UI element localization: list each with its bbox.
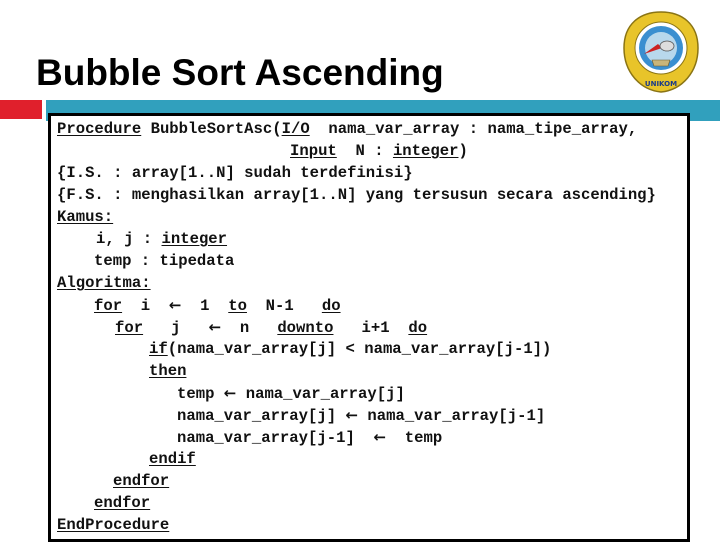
assign-arrow-icon: ← (373, 428, 387, 446)
pseudocode-box: Procedure BubbleSortAsc(I/O nama_var_arr… (48, 113, 690, 542)
pseudocode-listing: Procedure BubbleSortAsc(I/O nama_var_arr… (57, 118, 656, 536)
code-keyword: for (94, 297, 123, 315)
code-keyword: to (228, 297, 247, 315)
code-text: i, j : (96, 230, 162, 248)
code-keyword: for (115, 319, 144, 337)
code-text: BubbleSortAsc( (141, 120, 282, 138)
code-text: N-1 (246, 297, 322, 315)
code-text: j (143, 319, 209, 337)
code-line: nama_var_array[j-1] ← temp (57, 426, 656, 448)
code-text: {I.S. : array[1..N] sudah terdefinisi} (57, 164, 413, 182)
code-text: nama_var_array : nama_tipe_array, (309, 120, 638, 138)
code-keyword: downto (277, 319, 334, 337)
code-keyword: integer (392, 142, 459, 160)
code-text: N : (336, 142, 393, 160)
code-keyword: Input (290, 142, 337, 160)
code-line: {F.S. : menghasilkan array[1..N] yang te… (57, 184, 656, 206)
code-line: if(nama_var_array[j] < nama_var_array[j-… (57, 338, 656, 360)
code-text: {F.S. : menghasilkan array[1..N] yang te… (57, 186, 656, 204)
code-line: Procedure BubbleSortAsc(I/O nama_var_arr… (57, 118, 656, 140)
code-keyword: do (408, 319, 428, 337)
code-text: 1 (181, 297, 229, 315)
assign-arrow-icon: ← (168, 296, 182, 314)
assign-arrow-icon: ← (345, 406, 359, 424)
code-text: i+1 (333, 319, 409, 337)
code-line: temp : tipedata (57, 250, 656, 272)
code-line: Kamus: (57, 206, 656, 228)
code-keyword: I/O (281, 120, 310, 138)
code-line: EndProcedure (57, 514, 656, 536)
assign-arrow-icon: ← (223, 384, 237, 402)
code-keyword: endfor (94, 494, 151, 512)
code-keyword: then (149, 362, 187, 380)
code-text: nama_var_array[j] (236, 385, 405, 403)
code-line: for j ← n downto i+1 do (57, 316, 656, 338)
assign-arrow-icon: ← (208, 318, 222, 336)
code-text: ) (458, 142, 468, 160)
code-keyword: Algoritma: (57, 274, 151, 292)
code-keyword: endif (149, 450, 196, 468)
code-text: n (221, 319, 278, 337)
code-text: nama_var_array[j-1] (358, 407, 546, 425)
code-text: temp (386, 429, 443, 447)
code-line: i, j : integer (57, 228, 656, 250)
code-keyword: Procedure (57, 120, 142, 138)
code-keyword: if (149, 340, 168, 358)
code-line: Input N : integer) (57, 140, 656, 162)
accent-bar-red (0, 100, 42, 119)
code-line: Algoritma: (57, 272, 656, 294)
code-line: endfor (57, 492, 656, 514)
unikom-university-logo-icon: UNIKOM (623, 11, 699, 93)
code-line: endif (57, 448, 656, 470)
code-line: nama_var_array[j] ← nama_var_array[j-1] (57, 404, 656, 426)
code-line: temp ← nama_var_array[j] (57, 382, 656, 404)
code-text: temp (177, 385, 224, 403)
code-keyword: do (321, 297, 341, 315)
code-text: (nama_var_array[j] < nama_var_array[j-1]… (167, 340, 552, 358)
unikom-logo: UNIKOM (622, 10, 700, 94)
code-keyword: Kamus: (57, 208, 114, 226)
code-text: temp : tipedata (94, 252, 235, 270)
code-line: for i ← 1 to N-1 do (57, 294, 656, 316)
code-line: endfor (57, 470, 656, 492)
code-line: then (57, 360, 656, 382)
code-keyword: EndProcedure (57, 516, 170, 534)
code-keyword: endfor (113, 472, 170, 490)
code-text: nama_var_array[j] (177, 407, 346, 425)
svg-text:UNIKOM: UNIKOM (645, 80, 677, 88)
code-line: {I.S. : array[1..N] sudah terdefinisi} (57, 162, 656, 184)
code-keyword: integer (161, 230, 228, 248)
slide-title: Bubble Sort Ascending (36, 52, 444, 93)
code-text: nama_var_array[j-1] (177, 429, 374, 447)
code-text: i (122, 297, 169, 315)
